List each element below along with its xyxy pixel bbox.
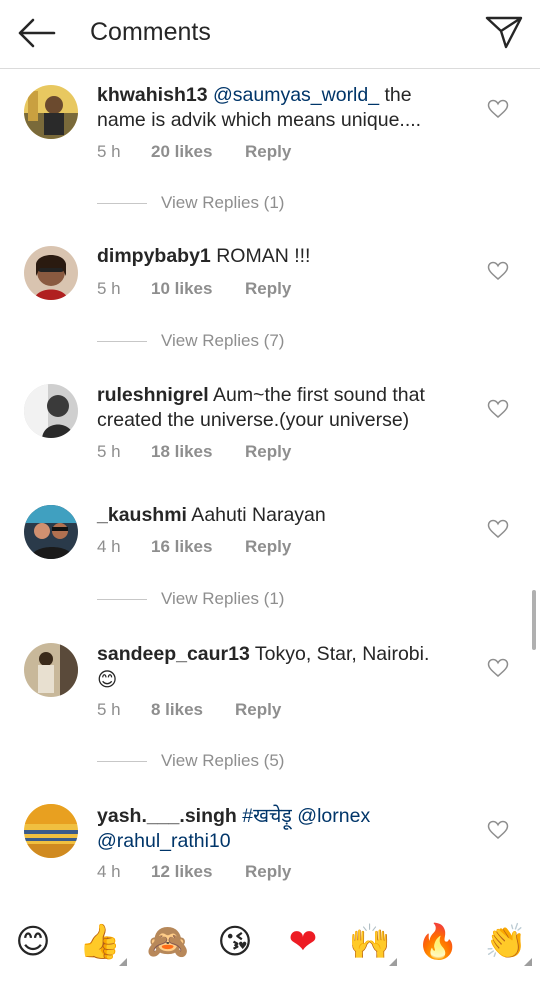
- skin-tone-indicator-icon: [389, 958, 397, 966]
- view-replies-label: View Replies (5): [161, 751, 285, 770]
- divider-line: [97, 761, 147, 763]
- heart-icon[interactable]: [487, 99, 509, 119]
- view-replies-button[interactable]: View Replies (7): [97, 331, 284, 351]
- kissing-face-emoji-button[interactable]: 😘: [213, 920, 257, 964]
- see-no-evil-monkey-emoji-button[interactable]: 🙈: [146, 920, 190, 964]
- avatar[interactable]: [24, 85, 78, 139]
- comment-text: dimpybaby1 ROMAN !!!: [97, 244, 457, 269]
- comment-likes[interactable]: 10 likes: [151, 279, 245, 299]
- divider-line: [97, 203, 147, 205]
- comment-time: 5 h: [97, 700, 121, 719]
- arrow-left-icon[interactable]: [16, 16, 56, 50]
- comment-meta: 4 h 16 likes Reply: [97, 537, 291, 557]
- comment-username[interactable]: dimpybaby1: [97, 245, 211, 267]
- view-replies-button[interactable]: View Replies (1): [97, 589, 284, 609]
- comment-username[interactable]: yash.___.singh: [97, 805, 237, 827]
- reply-button[interactable]: Reply: [245, 142, 291, 162]
- heart-icon[interactable]: [487, 261, 509, 281]
- comment-hashtag[interactable]: #खचेड़ू: [242, 805, 292, 827]
- heart-icon[interactable]: [487, 519, 509, 539]
- reply-button[interactable]: Reply: [245, 862, 291, 882]
- comment-time: 5 h: [97, 279, 121, 298]
- comment-likes[interactable]: 12 likes: [151, 862, 245, 882]
- reply-button[interactable]: Reply: [245, 537, 291, 557]
- reply-button[interactable]: Reply: [235, 700, 281, 720]
- comment-meta: 4 h 12 likes Reply: [97, 862, 291, 882]
- avatar[interactable]: [24, 505, 78, 559]
- comment-mention[interactable]: @lornex: [297, 805, 370, 827]
- page-title: Comments: [90, 18, 211, 46]
- comment-likes[interactable]: 8 likes: [151, 700, 235, 720]
- comment-username[interactable]: ruleshnigrel: [97, 384, 209, 406]
- red-heart-emoji-button[interactable]: ❤: [281, 920, 325, 964]
- comment-likes[interactable]: 20 likes: [151, 142, 245, 162]
- comment-text: khwahish13 @saumyas_world_ the name is a…: [97, 83, 457, 133]
- comment-time: 4 h: [97, 862, 121, 881]
- comment-text: yash.___.singh #खचेड़ू @lornex @rahul_ra…: [97, 804, 457, 854]
- comment-likes[interactable]: 18 likes: [151, 442, 245, 462]
- paper-plane-icon[interactable]: [484, 14, 524, 50]
- scrollbar[interactable]: [532, 590, 536, 650]
- avatar[interactable]: [24, 643, 78, 697]
- comment-text: ruleshnigrel Aum~the first sound that cr…: [97, 383, 457, 433]
- comment-meta: 5 h 18 likes Reply: [97, 442, 291, 462]
- divider-line: [97, 341, 147, 343]
- comment-time: 5 h: [97, 442, 121, 461]
- raising-hands-emoji-button[interactable]: 🙌: [348, 920, 392, 964]
- comment-meta: 5 h 8 likes Reply: [97, 700, 281, 720]
- comment-username[interactable]: khwahish13: [97, 84, 208, 106]
- skin-tone-indicator-icon: [119, 958, 127, 966]
- view-replies-button[interactable]: View Replies (5): [97, 751, 284, 771]
- avatar[interactable]: [24, 384, 78, 438]
- reply-button[interactable]: Reply: [245, 279, 291, 299]
- thumbs-up-emoji-button[interactable]: 👍: [78, 920, 122, 964]
- fire-emoji-button[interactable]: 🔥: [416, 920, 460, 964]
- comment-mention[interactable]: @saumyas_world_: [213, 84, 379, 106]
- clapping-hands-emoji-button[interactable]: 👏: [484, 920, 528, 964]
- avatar[interactable]: [24, 246, 78, 300]
- view-replies-label: View Replies (1): [161, 193, 285, 212]
- heart-icon[interactable]: [487, 399, 509, 419]
- heart-icon[interactable]: [487, 658, 509, 678]
- comment-likes[interactable]: 16 likes: [151, 537, 245, 557]
- smiley-emoji: 😊: [97, 668, 118, 691]
- divider-line: [97, 599, 147, 601]
- comment-username[interactable]: _kaushmi: [97, 504, 187, 526]
- comment-username[interactable]: sandeep_caur13: [97, 643, 250, 665]
- top-bar: Comments: [0, 0, 540, 69]
- view-replies-label: View Replies (7): [161, 331, 285, 350]
- avatar[interactable]: [24, 804, 78, 858]
- comment-body: ROMAN !!!: [210, 245, 311, 267]
- emoji-quick-bar: 😊 👍 🙈 😘 ❤ 🙌 🔥 👏: [0, 900, 540, 986]
- comment-meta: 5 h 20 likes Reply: [97, 142, 291, 162]
- comment-body: Aahuti Narayan: [186, 504, 326, 526]
- skin-tone-indicator-icon: [524, 958, 532, 966]
- smiling-face-emoji-button[interactable]: 😊: [11, 920, 55, 964]
- comment-body: Tokyo, Star, Nairobi.: [249, 643, 430, 665]
- comment-time: 4 h: [97, 537, 121, 556]
- comment-time: 5 h: [97, 142, 121, 161]
- view-replies-button[interactable]: View Replies (1): [97, 193, 284, 213]
- comment-meta: 5 h 10 likes Reply: [97, 279, 291, 299]
- comment-text: sandeep_caur13 Tokyo, Star, Nairobi. 😊: [97, 642, 457, 693]
- comment-text: _kaushmi Aahuti Narayan: [97, 503, 457, 528]
- comment-mention[interactable]: @rahul_rathi10: [97, 830, 231, 852]
- reply-button[interactable]: Reply: [245, 442, 291, 462]
- view-replies-label: View Replies (1): [161, 589, 285, 608]
- heart-icon[interactable]: [487, 820, 509, 840]
